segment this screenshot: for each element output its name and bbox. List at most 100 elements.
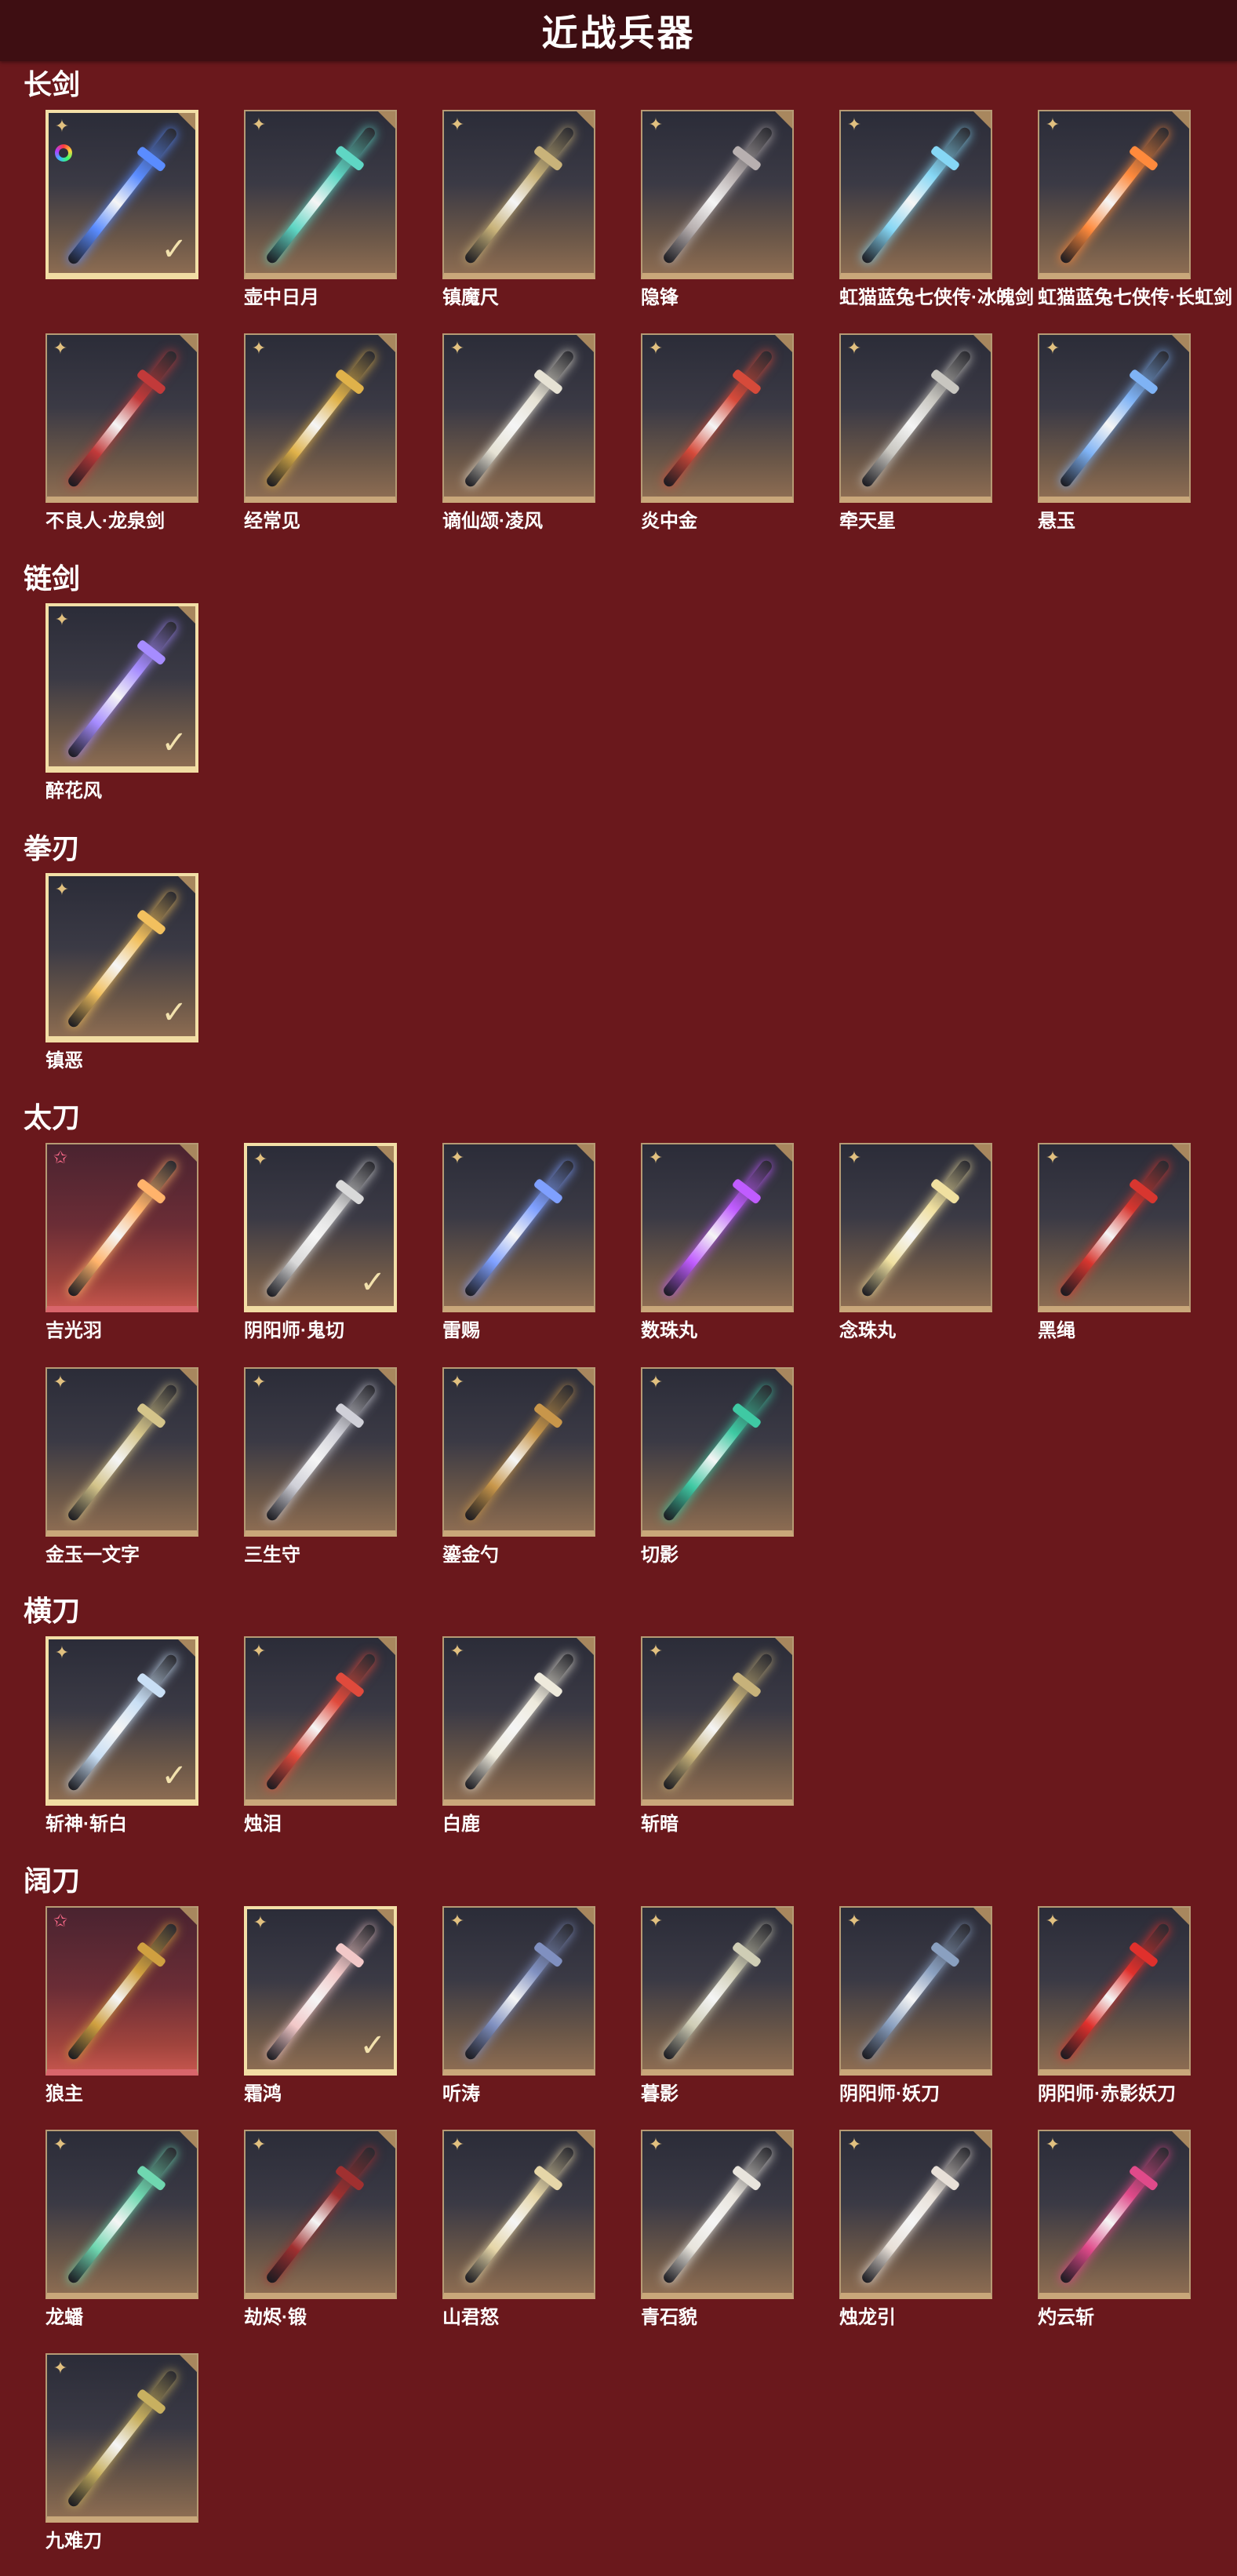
weapon-label: 龙蟠 <box>45 2307 83 2328</box>
shuriken-star-icon: ✦ <box>648 338 664 358</box>
weapon-label: 霜鸿 <box>244 2083 282 2105</box>
weapon-image <box>859 2145 973 2286</box>
weapon-card[interactable]: ✦ <box>1038 2130 1191 2299</box>
weapon-card[interactable]: ✦ ✓ <box>45 1636 198 1806</box>
card-corner-decoration <box>775 1144 792 1162</box>
card-corner-decoration <box>178 606 195 624</box>
checkmark-icon: ✓ <box>161 726 187 760</box>
weapon-card[interactable]: ✦ <box>641 1906 794 2076</box>
weapon-image <box>462 1922 576 2062</box>
shuriken-star-icon: ✦ <box>449 1372 465 1392</box>
weapon-image <box>859 126 973 266</box>
weapon-image <box>264 2145 377 2286</box>
shuriken-star-icon: ✦ <box>253 1912 268 1932</box>
card-corner-decoration <box>378 111 395 129</box>
weapon-card[interactable]: ✦ <box>244 1636 397 1806</box>
card-corner-decoration <box>377 1146 394 1163</box>
weapon-label: 斩暗 <box>641 1814 679 1835</box>
weapon-label: 阴阳师·鬼切 <box>244 1320 344 1341</box>
section-title: 太刀 <box>24 1101 81 1133</box>
weapon-card[interactable]: ✦ ✓ <box>45 603 198 773</box>
weapon-label: 烛泪 <box>244 1814 282 1835</box>
weapon-card[interactable]: ✦ <box>244 333 397 503</box>
weapon-card[interactable]: ✦ ✓ <box>244 1906 397 2076</box>
color-variant-icon[interactable] <box>55 144 72 162</box>
weapon-card[interactable]: ✦ <box>244 2130 397 2299</box>
weapon-card[interactable]: ✦ <box>45 333 198 503</box>
weapon-card[interactable]: ✦ <box>45 2353 198 2523</box>
weapon-card[interactable]: ✦ <box>442 1143 595 1312</box>
weapon-card[interactable]: ✦ <box>1038 1143 1191 1312</box>
weapon-label: 吉光羽 <box>45 1320 102 1341</box>
weapon-label: 悬玉 <box>1038 511 1075 532</box>
card-corner-decoration <box>1172 1144 1189 1162</box>
section-title: 链剑 <box>24 562 81 595</box>
card-corner-decoration <box>577 335 594 352</box>
weapon-card[interactable]: ✦ <box>839 110 992 279</box>
card-corner-decoration <box>378 1369 395 1386</box>
shuriken-star-icon: ✦ <box>1045 2134 1061 2154</box>
weapon-card[interactable]: ✦ <box>641 1636 794 1806</box>
weapon-card[interactable]: ✩ <box>45 1906 198 2076</box>
card-corner-decoration <box>1172 1908 1189 1925</box>
weapon-card[interactable]: ✦ ✓ <box>244 1143 397 1312</box>
card-corner-decoration <box>378 1638 395 1655</box>
weapon-image <box>859 349 973 489</box>
weapon-card[interactable]: ✦ <box>45 2130 198 2299</box>
weapon-card[interactable]: ✦ <box>442 1636 595 1806</box>
weapon-label: 炎中金 <box>641 511 697 532</box>
shuriken-star-icon: ✦ <box>846 338 862 358</box>
card-corner-decoration <box>973 335 991 352</box>
weapon-card[interactable]: ✦ <box>641 2130 794 2299</box>
shuriken-star-icon: ✦ <box>648 1911 664 1930</box>
weapon-label: 壶中日月 <box>244 287 319 308</box>
weapon-card[interactable]: ✦ <box>442 333 595 503</box>
checkmark-icon: ✓ <box>161 995 187 1030</box>
weapon-card[interactable]: ✦ <box>244 1367 397 1537</box>
weapon-card[interactable]: ✦ <box>641 333 794 503</box>
weapon-card[interactable]: ✦ <box>1038 333 1191 503</box>
shuriken-star-icon: ✦ <box>846 1911 862 1930</box>
card-corner-decoration <box>577 1144 594 1162</box>
weapon-image <box>859 1922 973 2062</box>
weapon-card[interactable]: ✦ <box>641 1367 794 1537</box>
weapon-card[interactable]: ✦ ✓ <box>45 873 198 1042</box>
weapon-card[interactable]: ✦ <box>839 1906 992 2076</box>
weapon-label: 阴阳师·赤影妖刀 <box>1038 2083 1176 2105</box>
weapon-card[interactable]: ✦ <box>839 1143 992 1312</box>
card-corner-decoration <box>577 1638 594 1655</box>
shuriken-star-icon: ✦ <box>251 338 267 358</box>
card-corner-decoration <box>180 1144 197 1162</box>
card-corner-decoration <box>1172 2131 1189 2148</box>
weapon-image <box>264 1652 377 1792</box>
shuriken-star-icon: ✦ <box>846 115 862 134</box>
card-corner-decoration <box>180 1369 197 1386</box>
weapon-card[interactable]: ✦ <box>45 1367 198 1537</box>
weapon-card[interactable]: ✦ <box>442 1367 595 1537</box>
weapon-card[interactable]: ✦ <box>641 1143 794 1312</box>
weapon-card[interactable]: ✩ <box>45 1143 198 1312</box>
card-corner-decoration <box>178 876 195 893</box>
shuriken-star-icon: ✦ <box>846 2134 862 2154</box>
weapon-label: 斩神·斩白 <box>45 1814 127 1835</box>
weapon-card[interactable]: ✦ <box>641 110 794 279</box>
card-corner-decoration <box>1172 111 1189 129</box>
weapon-label: 青石貌 <box>641 2307 697 2328</box>
weapon-image <box>859 1159 973 1299</box>
weapon-card[interactable]: ✦ <box>1038 110 1191 279</box>
weapon-label: 白鹿 <box>442 1814 480 1835</box>
weapon-label: 九难刀 <box>45 2531 102 2552</box>
weapon-card[interactable]: ✦ <box>442 2130 595 2299</box>
weapon-card[interactable]: ✦ <box>244 110 397 279</box>
page-title: 近战兵器 <box>0 0 1237 61</box>
shuriken-star-icon: ✦ <box>251 115 267 134</box>
weapon-card[interactable]: ✦ <box>839 333 992 503</box>
weapon-card[interactable]: ✦ <box>839 2130 992 2299</box>
card-corner-decoration <box>577 2131 594 2148</box>
weapon-card[interactable]: ✦ <box>442 110 595 279</box>
weapon-card[interactable]: ✦ ✓ <box>45 110 198 279</box>
shuriken-star-icon: ✦ <box>449 115 465 134</box>
shuriken-star-icon: ✦ <box>449 1911 465 1930</box>
weapon-card[interactable]: ✦ <box>442 1906 595 2076</box>
weapon-card[interactable]: ✦ <box>1038 1906 1191 2076</box>
